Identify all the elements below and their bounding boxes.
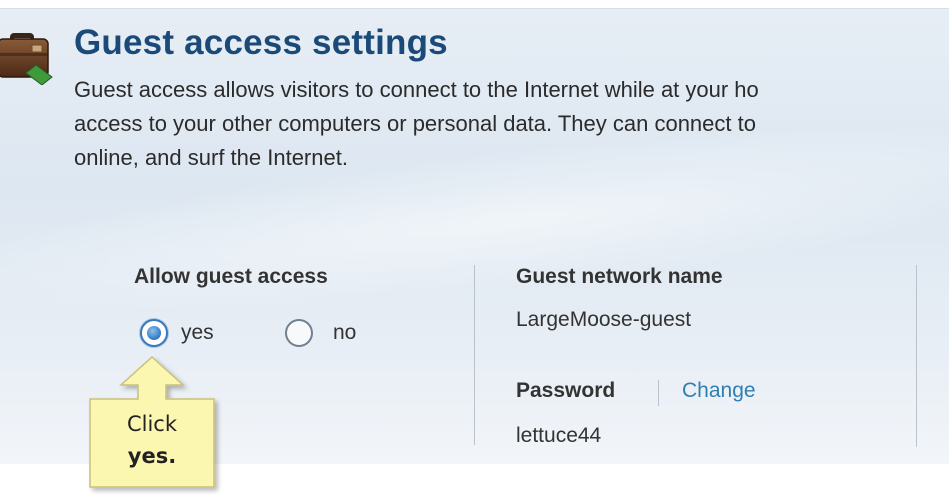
no-radio[interactable] xyxy=(285,319,313,347)
description-line: access to your other computers or person… xyxy=(74,111,756,136)
column-divider-right xyxy=(916,265,917,447)
password-label: Password xyxy=(516,379,616,402)
column-divider xyxy=(474,265,475,445)
callout-line2: yes. xyxy=(127,444,177,468)
guest-network-name-label: Guest network name xyxy=(516,265,723,288)
password-value: lettuce44 xyxy=(516,424,602,447)
password-change-separator xyxy=(658,380,659,406)
guest-network-name-value: LargeMoose-guest xyxy=(516,308,692,331)
callout-text: Click yes. xyxy=(88,408,216,472)
yes-radio-label[interactable]: yes xyxy=(181,321,214,345)
callout-line1: Click xyxy=(126,412,178,436)
no-radio-label[interactable]: no xyxy=(333,321,356,345)
page-description: Guest access allows visitors to connect … xyxy=(74,73,949,175)
yes-radio[interactable] xyxy=(140,319,168,347)
allow-guest-access-label: Allow guest access xyxy=(134,265,328,288)
suitcase-icon xyxy=(0,33,53,85)
change-password-link[interactable]: Change xyxy=(682,379,756,403)
description-line: online, and surf the Internet. xyxy=(74,145,348,170)
page-title: Guest access settings xyxy=(74,23,448,62)
description-line: Guest access allows visitors to connect … xyxy=(74,77,759,102)
